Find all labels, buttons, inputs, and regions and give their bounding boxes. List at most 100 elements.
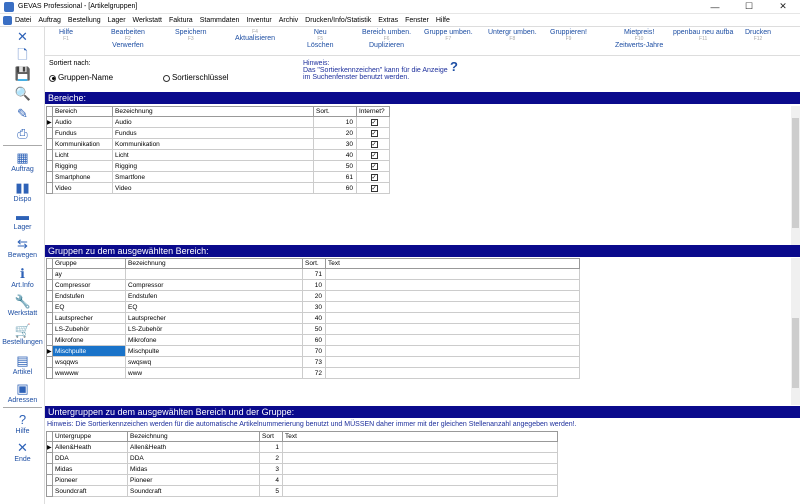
column-header-internet[interactable]: Internet? xyxy=(356,106,390,117)
toolbar-button-secondary-label[interactable]: Duplizieren xyxy=(362,42,411,49)
sort-cell[interactable]: 50 xyxy=(302,323,326,335)
column-header-sort[interactable]: Sort xyxy=(259,431,283,442)
bereich-cell[interactable]: Audio xyxy=(52,116,113,128)
sort-cell[interactable]: 73 xyxy=(302,356,326,368)
column-header-text[interactable]: Text xyxy=(282,431,558,442)
bezeichnung-cell[interactable]: Smartfone xyxy=(112,171,314,183)
column-header-bezeichnung[interactable]: Bezeichnung xyxy=(112,106,314,117)
sidebar-item-close[interactable]: ✕ xyxy=(0,30,45,44)
sidebar-item-hilfe[interactable]: ? Hilfe xyxy=(0,413,45,436)
sidebar-item-artinfo[interactable]: ℹ Art.Info xyxy=(0,267,45,290)
bezeichnung-cell[interactable]: Kommunikation xyxy=(112,138,314,150)
table-row[interactable]: ▶ Allen&Heath Allen&Heath 1 xyxy=(46,441,558,453)
bereich-cell[interactable]: Rigging xyxy=(52,160,113,172)
column-header-bezeichnung[interactable]: Bezeichnung xyxy=(127,431,260,442)
menu-item[interactable]: Bestellung xyxy=(68,17,101,24)
toolbar-button-secondary-label[interactable]: Zeitwerts-Jahre xyxy=(615,42,663,49)
table-row[interactable]: LS-Zubehör LS-Zubehör 50 xyxy=(46,323,580,335)
scrollbar-thumb[interactable] xyxy=(792,318,799,388)
text-cell[interactable] xyxy=(282,441,558,453)
column-header-bereich[interactable]: Bereich xyxy=(52,106,113,117)
table-row[interactable]: Endstufen Endstufen 20 xyxy=(46,290,580,302)
table-row[interactable]: Soundcraft Soundcraft 5 xyxy=(46,485,558,497)
internet-checkbox[interactable]: ✓ xyxy=(370,118,378,126)
sort-option-gruppen-name[interactable]: Gruppen-Name xyxy=(49,73,113,82)
toolbar-button-drucken[interactable]: Drucken F12 xyxy=(745,29,771,42)
untergruppe-cell[interactable]: Soundcraft xyxy=(52,485,128,497)
table-row[interactable]: ay 71 xyxy=(46,268,580,280)
bereich-cell[interactable]: Video xyxy=(52,182,113,194)
menu-item[interactable]: Stammdaten xyxy=(200,17,240,24)
text-cell[interactable] xyxy=(325,290,580,302)
gruppen-scrollbar[interactable] xyxy=(791,258,800,405)
table-row[interactable]: ▶ Audio Audio 10 ✓ xyxy=(46,116,390,128)
internet-checkbox[interactable]: ✓ xyxy=(370,151,378,159)
sort-cell[interactable]: 30 xyxy=(302,301,326,313)
bezeichnung-cell[interactable]: swqswq xyxy=(125,356,303,368)
gruppe-cell[interactable]: Endstufen xyxy=(52,290,126,302)
toolbar-button-gruppieren-[interactable]: Gruppieren! F9 xyxy=(550,29,587,42)
sort-cell[interactable]: 3 xyxy=(259,463,283,475)
sort-cell[interactable]: 10 xyxy=(302,279,326,291)
bezeichnung-cell[interactable]: www xyxy=(125,367,303,379)
sort-cell[interactable]: 40 xyxy=(302,312,326,324)
bezeichnung-cell[interactable]: Compressor xyxy=(125,279,303,291)
bezeichnung-cell[interactable]: Pioneer xyxy=(127,474,260,486)
sidebar-item-ende[interactable]: ✕ Ende xyxy=(0,441,45,464)
internet-checkbox[interactable]: ✓ xyxy=(370,162,378,170)
table-row[interactable]: ▶ Mischpulte Mischpulte 70 xyxy=(46,345,580,357)
bereich-cell[interactable]: Kommunikation xyxy=(52,138,113,150)
sort-cell[interactable]: 50 xyxy=(313,160,357,172)
scrollbar-thumb[interactable] xyxy=(792,118,799,228)
bezeichnung-cell[interactable]: Soundcraft xyxy=(127,485,260,497)
gruppe-cell[interactable]: Compressor xyxy=(52,279,126,291)
toolbar-button-hilfe[interactable]: Hilfe F1 xyxy=(59,29,73,42)
sort-cell[interactable]: 71 xyxy=(302,268,326,280)
bezeichnung-cell[interactable]: Mischpulte xyxy=(125,345,303,357)
bezeichnung-cell[interactable]: Endstufen xyxy=(125,290,303,302)
bezeichnung-cell[interactable]: Rigging xyxy=(112,160,314,172)
table-row[interactable]: wwwww www 72 xyxy=(46,367,580,379)
table-row[interactable]: Fundus Fundus 20 ✓ xyxy=(46,127,390,139)
table-row[interactable]: Mikrofone Mikrofone 60 xyxy=(46,334,580,346)
text-cell[interactable] xyxy=(325,312,580,324)
column-header-sort[interactable]: Sort. xyxy=(313,106,357,117)
sidebar-item-werkstatt[interactable]: 🔧 Werkstatt xyxy=(0,295,45,318)
bezeichnung-cell[interactable]: Mikrofone xyxy=(125,334,303,346)
radio-icon[interactable] xyxy=(49,74,56,82)
toolbar-button-speichern[interactable]: Speichern F3 xyxy=(175,29,207,42)
gruppe-cell[interactable]: Lautsprecher xyxy=(52,312,126,324)
text-cell[interactable] xyxy=(282,452,558,464)
internet-cell[interactable]: ✓ xyxy=(356,138,390,150)
menu-item[interactable]: Datei xyxy=(15,17,31,24)
sort-option-sortierschluessel[interactable]: Sortierschlüssel xyxy=(163,73,228,82)
column-header-sort[interactable]: Sort. xyxy=(302,258,326,269)
sort-cell[interactable]: 20 xyxy=(313,127,357,139)
toolbar-button-bearbeiten[interactable]: Bearbeiten F2 Verwerfen xyxy=(111,29,145,49)
column-header-bezeichnung[interactable]: Bezeichnung xyxy=(125,258,303,269)
text-cell[interactable] xyxy=(325,301,580,313)
untergruppe-cell[interactable]: Pioneer xyxy=(52,474,128,486)
menu-item[interactable]: Inventur xyxy=(246,17,271,24)
text-cell[interactable] xyxy=(282,463,558,475)
gruppe-cell[interactable]: wwwww xyxy=(52,367,126,379)
bezeichnung-cell[interactable]: Lautsprecher xyxy=(125,312,303,324)
maximize-icon[interactable]: ☐ xyxy=(732,1,766,12)
bezeichnung-cell[interactable]: Allen&Heath xyxy=(127,441,260,453)
text-cell[interactable] xyxy=(282,474,558,486)
menu-item[interactable]: Fenster xyxy=(405,17,429,24)
column-header-untergruppe[interactable]: Untergruppe xyxy=(52,431,128,442)
toolbar-button-mietpreis-[interactable]: Mietpreis! F10 Zeitwerts-Jahre xyxy=(615,29,663,49)
bereich-cell[interactable]: Smartphone xyxy=(52,171,113,183)
toolbar-button-neu[interactable]: Neu F5 Löschen xyxy=(307,29,333,49)
radio-icon[interactable] xyxy=(163,74,170,82)
sort-cell[interactable]: 61 xyxy=(313,171,357,183)
table-row[interactable]: Smartphone Smartfone 61 ✓ xyxy=(46,171,390,183)
toolbar-button-secondary-label[interactable]: Verwerfen xyxy=(111,42,145,49)
sort-cell[interactable]: 5 xyxy=(259,485,283,497)
toolbar-button-untergr-umben-[interactable]: Untergr umben. F8 xyxy=(488,29,537,42)
table-row[interactable]: EQ EQ 30 xyxy=(46,301,580,313)
sidebar-item-printer[interactable]: ⎙ xyxy=(0,127,45,141)
sidebar-item-new-document[interactable]: 🗋 xyxy=(0,48,45,62)
table-row[interactable]: Licht Licht 40 ✓ xyxy=(46,149,390,161)
